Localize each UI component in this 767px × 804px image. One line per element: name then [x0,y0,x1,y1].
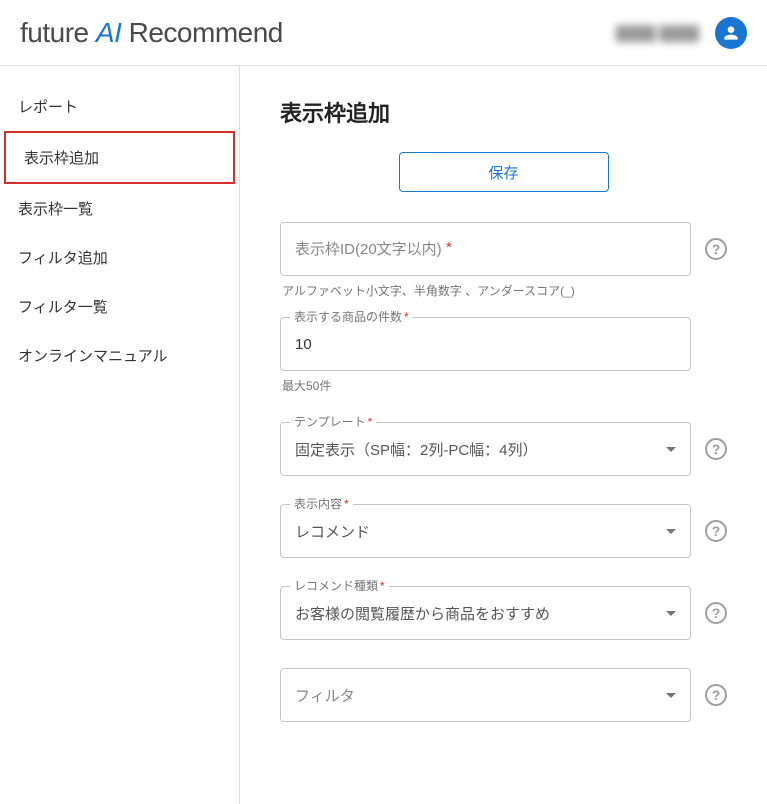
sidebar: レポート 表示枠追加 表示枠一覧 フィルタ追加 フィルタ一覧 オンラインマニュア… [0,66,240,804]
help-icon[interactable]: ? [705,684,727,706]
display-content-label: 表示内容* [290,495,353,512]
sidebar-item-filter-list[interactable]: フィルタ一覧 [0,282,239,331]
app-header: future AI Recommend ████ ████ [0,0,767,66]
item-count-label: 表示する商品の件数* [290,308,413,325]
avatar-icon[interactable] [715,17,747,49]
item-count-helper: 最大50件 [282,377,727,394]
display-content-value: レコメンド [295,521,370,542]
chevron-down-icon [666,611,676,616]
form-group-filter: フィルタ ? [280,668,727,722]
template-select[interactable]: 固定表示（SP幅：2列-PC幅：4列） [280,422,691,476]
header-right: ████ ████ [616,17,747,49]
recommend-type-select[interactable]: お客様の閲覧履歴から商品をおすすめ [280,586,691,640]
help-icon[interactable]: ? [705,520,727,542]
main-container: レポート 表示枠追加 表示枠一覧 フィルタ追加 フィルタ一覧 オンラインマニュア… [0,66,767,804]
filter-select[interactable]: フィルタ [280,668,691,722]
sidebar-item-manual[interactable]: オンラインマニュアル [0,331,239,380]
main-content: 表示枠追加 保存 * ? アルファベット小文字、半角数字 、アンダースコア(_)… [240,66,767,804]
logo-prefix: future [20,17,96,48]
item-count-input[interactable] [280,317,691,371]
chevron-down-icon [666,529,676,534]
form-group-frame-id: * ? アルファベット小文字、半角数字 、アンダースコア(_) [280,222,727,299]
display-content-select[interactable]: レコメンド [280,504,691,558]
form-group-display-content: 表示内容* レコメンド ? [280,504,727,558]
app-logo: future AI Recommend [20,17,283,49]
recommend-type-label: レコメンド種類* [290,577,389,594]
page-title: 表示枠追加 [280,96,727,128]
recommend-type-value: お客様の閲覧履歴から商品をおすすめ [295,603,550,624]
user-name: ████ ████ [616,25,699,41]
logo-ai: AI [96,17,121,48]
template-value: 固定表示（SP幅：2列-PC幅：4列） [295,439,538,460]
sidebar-item-frame-list[interactable]: 表示枠一覧 [0,184,239,233]
frame-id-input[interactable] [280,222,691,276]
save-button[interactable]: 保存 [399,152,609,192]
form-group-recommend-type: レコメンド種類* お客様の閲覧履歴から商品をおすすめ ? [280,586,727,640]
logo-suffix: Recommend [121,17,283,48]
sidebar-item-add-filter[interactable]: フィルタ追加 [0,233,239,282]
sidebar-item-report[interactable]: レポート [0,82,239,131]
frame-id-helper: アルファベット小文字、半角数字 、アンダースコア(_) [282,282,727,299]
save-row: 保存 [280,152,727,192]
help-icon[interactable]: ? [705,238,727,260]
chevron-down-icon [666,693,676,698]
template-label: テンプレート* [290,413,376,430]
chevron-down-icon [666,447,676,452]
sidebar-item-add-frame[interactable]: 表示枠追加 [4,131,235,184]
help-icon[interactable]: ? [705,438,727,460]
form-group-template: テンプレート* 固定表示（SP幅：2列-PC幅：4列） ? [280,422,727,476]
filter-placeholder: フィルタ [295,685,355,706]
help-icon[interactable]: ? [705,602,727,624]
form-group-item-count: 表示する商品の件数* 最大50件 [280,317,727,394]
